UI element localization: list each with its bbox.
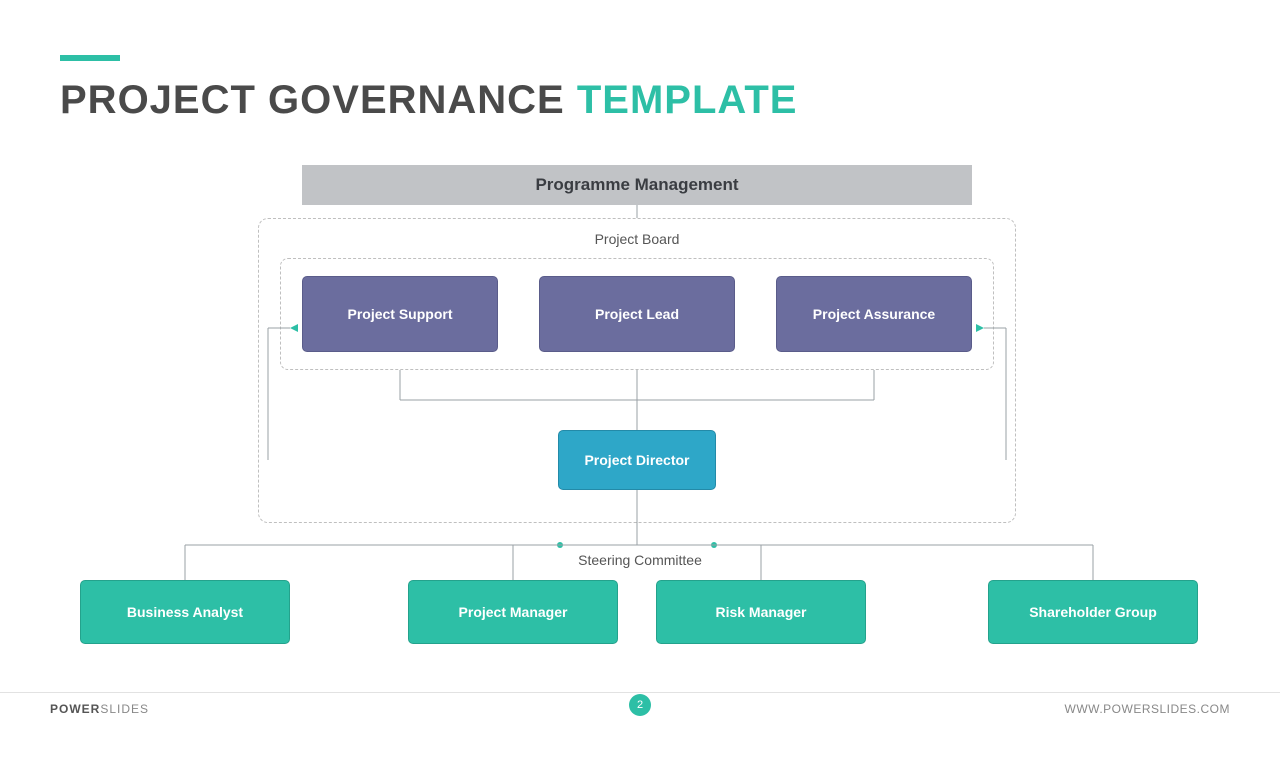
page-title: PROJECT GOVERNANCE TEMPLATE (60, 78, 797, 123)
title-accent-bar (60, 55, 120, 61)
steering-committee-label: Steering Committee (578, 552, 702, 568)
footer-brand: POWERSLIDES (50, 702, 149, 716)
footer-brand-light: SLIDES (100, 702, 149, 716)
page-number-badge: 2 (629, 694, 651, 716)
footer-url: WWW.POWERSLIDES.COM (1065, 702, 1231, 716)
programme-band: Programme Management (302, 165, 972, 205)
title-main: PROJECT GOVERNANCE (60, 78, 565, 122)
footer-brand-bold: POWER (50, 702, 100, 716)
box-project-lead: Project Lead (539, 276, 735, 352)
box-project-support: Project Support (302, 276, 498, 352)
footer-divider (0, 692, 1280, 693)
box-risk-manager: Risk Manager (656, 580, 866, 644)
box-shareholder-group: Shareholder Group (988, 580, 1198, 644)
project-board-label: Project Board (595, 231, 680, 247)
box-project-director: Project Director (558, 430, 716, 490)
title-accent: TEMPLATE (577, 78, 798, 122)
box-project-assurance: Project Assurance (776, 276, 972, 352)
slide: PROJECT GOVERNANCE TEMPLATE Programme Ma… (0, 0, 1280, 760)
box-project-manager: Project Manager (408, 580, 618, 644)
box-business-analyst: Business Analyst (80, 580, 290, 644)
